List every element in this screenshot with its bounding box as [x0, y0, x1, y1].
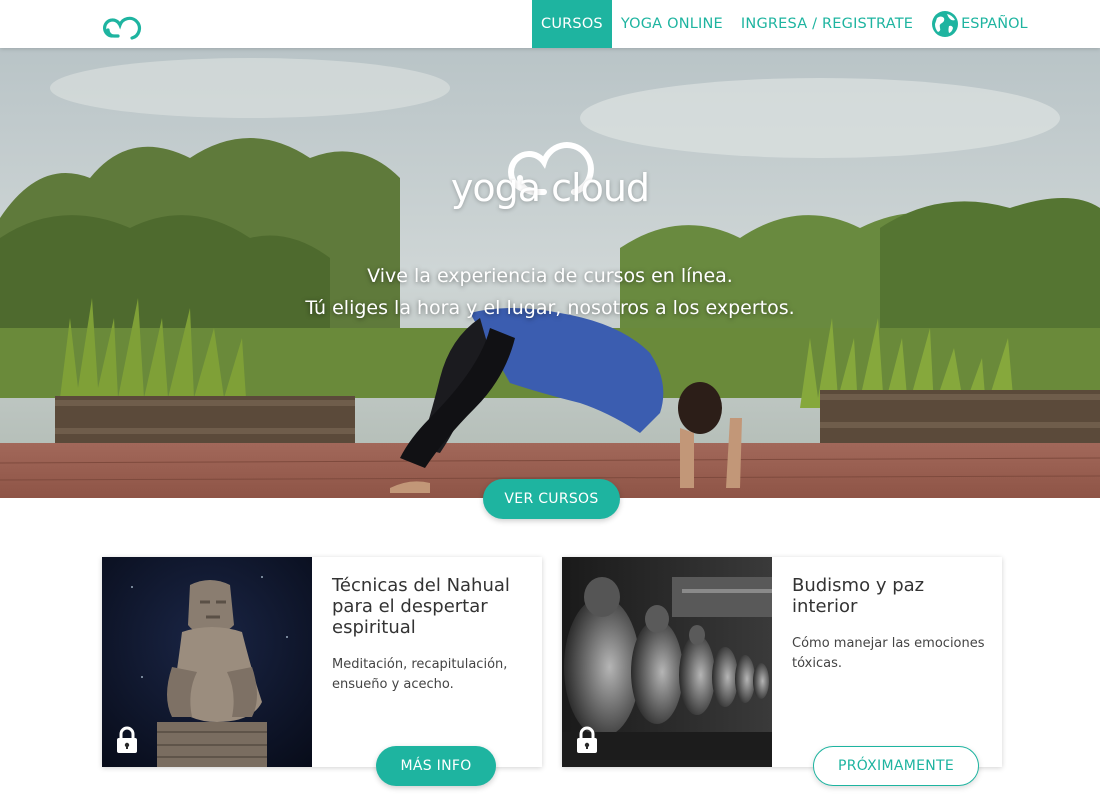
top-navigation: CURSOS YOGA ONLINE INGRESA / REGISTRATE … [0, 0, 1100, 48]
course-title[interactable]: Técnicas del Nahual para el despertar es… [332, 575, 527, 638]
course-description: Cómo manejar las emociones tóxicas. [792, 636, 985, 671]
course-card: Técnicas del Nahual para el despertar es… [102, 557, 542, 786]
mas-info-button[interactable]: MÁS INFO [376, 746, 496, 786]
course-description: Meditación, recapitulación, ensueño y ac… [332, 657, 508, 692]
hero-tagline-line-1: Vive la experiencia de cursos en línea. [367, 265, 733, 287]
course-image-buddhas[interactable] [562, 557, 772, 767]
course-image-statue[interactable] [102, 557, 312, 767]
hero-brand-title: yoga cloud [450, 166, 650, 210]
course-title[interactable]: Budismo y paz interior [792, 575, 987, 617]
nav-links: CURSOS YOGA ONLINE INGRESA / REGISTRATE … [532, 0, 1028, 48]
ver-cursos-button[interactable]: VER CURSOS [483, 479, 620, 519]
nav-cursos[interactable]: CURSOS [532, 0, 612, 48]
nav-yoga-online[interactable]: YOGA ONLINE [612, 0, 732, 48]
cloud-logo-icon[interactable] [102, 6, 148, 42]
lock-icon [577, 726, 597, 753]
hero-tagline: Vive la experiencia de cursos en línea. … [0, 260, 1100, 324]
nav-login-register[interactable]: INGRESA / REGISTRATE [732, 0, 922, 48]
hero-tagline-line-2: Tú eliges la hora y el lugar, nosotros a… [305, 297, 795, 319]
language-label: ESPAÑOL [961, 16, 1028, 32]
lock-icon [117, 726, 137, 753]
course-card: Budismo y paz interior Cómo manejar las … [562, 557, 1002, 786]
language-selector[interactable]: ESPAÑOL [922, 0, 1028, 48]
proximamente-button[interactable]: PRÓXIMAMENTE [813, 746, 979, 786]
hero-banner: yoga cloud Vive la experiencia de cursos… [0, 48, 1100, 498]
globe-icon [932, 11, 959, 37]
